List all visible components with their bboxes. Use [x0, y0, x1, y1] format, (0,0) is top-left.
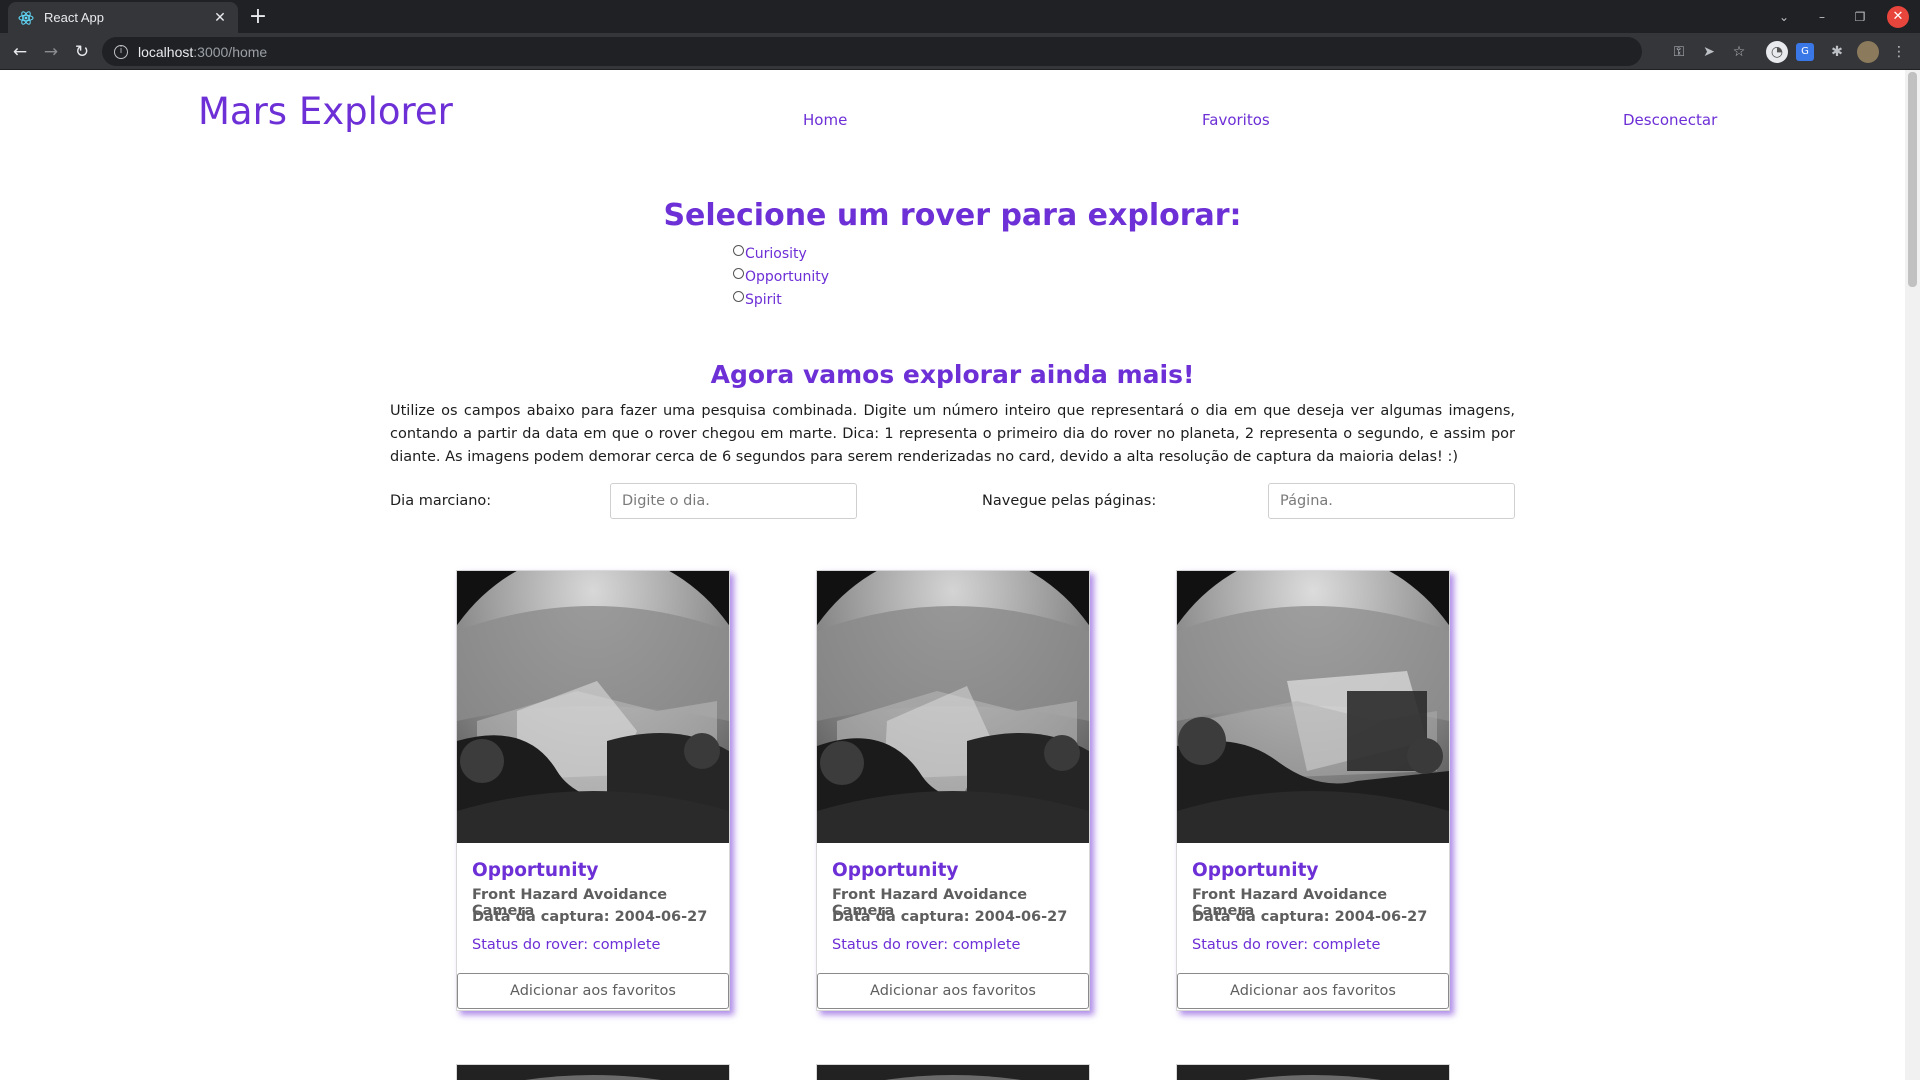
sol-label: Dia marciano: [390, 493, 492, 509]
nav-home-link[interactable]: Home [803, 111, 847, 129]
minimize-icon[interactable]: – [1811, 6, 1833, 28]
rover-option-opportunity[interactable]: Opportunity [733, 267, 830, 285]
radio-button[interactable] [733, 267, 744, 279]
forward-icon[interactable]: → [39, 40, 63, 64]
star-icon[interactable]: ☆ [1728, 41, 1750, 63]
reload-icon[interactable]: ↻ [70, 40, 94, 64]
rover-option-label: Opportunity [745, 269, 830, 285]
browser-tab-strip: React App ✕ + ⌄ – ❐ ✕ [0, 0, 1920, 33]
react-favicon-icon [18, 10, 34, 26]
send-icon[interactable]: ➤ [1698, 41, 1720, 63]
page-input[interactable] [1268, 483, 1515, 519]
rover-option-label: Curiosity [745, 246, 807, 262]
explore-instructions: Utilize os campos abaixo para fazer uma … [390, 403, 1515, 465]
photo-card-partial [1176, 1064, 1450, 1080]
page-scrollbar[interactable] [1905, 70, 1920, 1080]
address-bar[interactable]: i localhost:3000/home [102, 37, 1642, 66]
menu-icon[interactable]: ⋮ [1888, 41, 1910, 63]
card-rover-status: Status do rover: complete [1192, 937, 1381, 953]
tab-search-icon[interactable]: ⌄ [1773, 6, 1795, 28]
photo-card: Opportunity Front Hazard Avoidance Camer… [456, 570, 730, 1011]
photo-card-partial [456, 1064, 730, 1080]
info-icon[interactable]: i [114, 44, 128, 59]
card-capture-date: Data da captura: 2004-06-27 [832, 909, 1068, 925]
new-tab-button[interactable]: + [246, 5, 270, 29]
window-close-icon[interactable]: ✕ [1887, 6, 1909, 28]
extension-icon[interactable]: ◔ [1766, 41, 1788, 63]
brand-logo[interactable]: Mars Explorer [198, 90, 453, 133]
nav-favorites-link[interactable]: Favoritos [1202, 111, 1270, 129]
restore-icon[interactable]: ❐ [1849, 6, 1871, 28]
rover-option-spirit[interactable]: Spirit [733, 290, 782, 308]
url-host: localhost [138, 43, 194, 60]
page-label: Navegue pelas páginas: [982, 493, 1157, 509]
puzzle-icon[interactable]: ✱ [1826, 41, 1848, 63]
add-favorite-button[interactable]: Adicionar aos favoritos [817, 973, 1089, 1009]
radio-button[interactable] [733, 290, 744, 302]
photo-card: Opportunity Front Hazard Avoidance Camer… [1176, 570, 1450, 1011]
photo-card: Opportunity Front Hazard Avoidance Camer… [816, 570, 1090, 1011]
back-icon[interactable]: ← [8, 40, 32, 64]
card-rover-status: Status do rover: complete [472, 937, 661, 953]
nav-logout-link[interactable]: Desconectar [1623, 111, 1717, 129]
mars-photo [817, 571, 1089, 843]
tab-title: React App [44, 10, 104, 25]
photo-card-partial [816, 1064, 1090, 1080]
rover-select-heading: Selecione um rover para explorar: [663, 198, 1242, 233]
card-rover-name: Opportunity [472, 860, 599, 881]
card-rover-name: Opportunity [1192, 860, 1319, 881]
mars-photo [1177, 571, 1449, 843]
key-icon[interactable]: ⚿ [1668, 41, 1690, 63]
translate-extension-icon[interactable]: G [1796, 43, 1814, 61]
url-path: :3000/home [193, 43, 268, 60]
card-rover-status: Status do rover: complete [832, 937, 1021, 953]
page-viewport: Mars Explorer Home Favoritos Desconectar… [0, 70, 1905, 1080]
card-rover-name: Opportunity [832, 860, 959, 881]
radio-button[interactable] [733, 244, 744, 256]
card-capture-date: Data da captura: 2004-06-27 [1192, 909, 1428, 925]
profile-avatar[interactable] [1857, 41, 1879, 63]
rover-option-curiosity[interactable]: Curiosity [733, 244, 807, 262]
card-capture-date: Data da captura: 2004-06-27 [472, 909, 708, 925]
explore-heading: Agora vamos explorar ainda mais! [710, 360, 1195, 389]
browser-toolbar: ← → ↻ i localhost:3000/home ⚿ ➤ ☆ ◔ G ✱ … [0, 33, 1920, 70]
tab-close-icon[interactable]: ✕ [212, 9, 228, 26]
browser-tab[interactable]: React App ✕ [8, 2, 238, 33]
sol-input[interactable] [610, 483, 857, 519]
add-favorite-button[interactable]: Adicionar aos favoritos [457, 973, 729, 1009]
mars-photo [457, 571, 729, 843]
scrollbar-thumb[interactable] [1908, 72, 1917, 287]
add-favorite-button[interactable]: Adicionar aos favoritos [1177, 973, 1449, 1009]
rover-option-label: Spirit [745, 292, 782, 308]
